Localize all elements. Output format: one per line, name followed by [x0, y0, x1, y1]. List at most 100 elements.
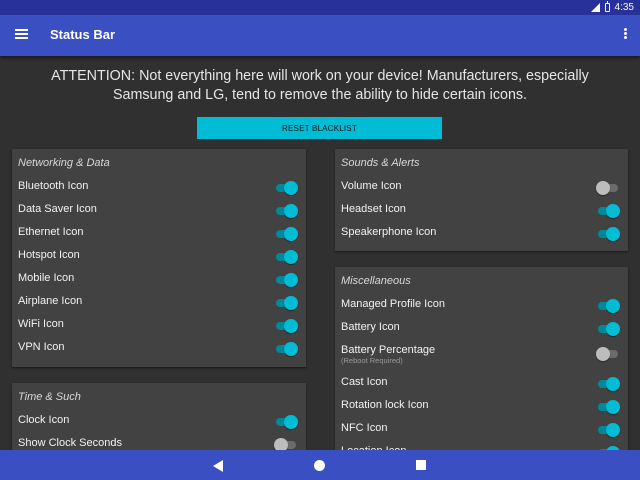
setting-sublabel: (Reboot Required) — [341, 356, 403, 365]
setting-label: Headset Icon — [341, 203, 406, 215]
toggle-thumb — [596, 181, 610, 195]
toggle-thumb — [284, 227, 298, 241]
navigation-bar — [0, 450, 640, 480]
toggle-switch[interactable] — [596, 423, 620, 437]
card-title: Miscellaneous — [341, 275, 411, 287]
toggle-thumb — [606, 299, 620, 313]
setting-label: WiFi Icon — [18, 318, 64, 330]
card-sounds: Sounds & Alerts Volume Icon Headset Icon S… — [335, 149, 628, 251]
toggle-thumb — [284, 250, 298, 264]
back-icon[interactable] — [213, 459, 223, 472]
setting-row[interactable]: NFC Icon — [335, 417, 628, 440]
toggle-thumb — [284, 273, 298, 287]
setting-row[interactable]: Volume Icon — [335, 175, 628, 198]
toggle-switch[interactable] — [596, 299, 620, 313]
setting-label: NFC Icon — [341, 422, 388, 434]
setting-row[interactable]: Data Saver Icon — [12, 198, 306, 221]
toggle-thumb — [606, 400, 620, 414]
setting-label: Mobile Icon — [18, 272, 75, 284]
toggle-thumb — [606, 227, 620, 241]
toggle-switch[interactable] — [274, 438, 298, 450]
battery-icon — [604, 1, 610, 12]
setting-row[interactable]: Headset Icon — [335, 198, 628, 221]
setting-label: Ethernet Icon — [18, 226, 84, 238]
toggle-switch[interactable] — [596, 204, 620, 218]
setting-row[interactable]: Rotation lock Icon — [335, 394, 628, 417]
toggle-switch[interactable] — [596, 322, 620, 336]
toggle-switch[interactable] — [274, 181, 298, 195]
toggle-thumb — [284, 342, 298, 356]
card-title: Sounds & Alerts — [341, 157, 420, 169]
toggle-switch[interactable] — [274, 204, 298, 218]
toggle-thumb — [274, 438, 288, 450]
toggle-thumb — [606, 423, 620, 437]
setting-label: Clock Icon — [18, 414, 70, 426]
toggle-thumb — [606, 377, 620, 391]
main-content: ATTENTION: Not everything here will work… — [0, 56, 640, 450]
card-networking: Networking & Data Bluetooth Icon Data Sav… — [12, 149, 306, 367]
toggle-thumb — [284, 204, 298, 218]
toggle-switch[interactable] — [274, 342, 298, 356]
card-misc: Miscellaneous Managed Profile Icon Batter… — [335, 267, 628, 450]
status-icons: 4:35 — [590, 1, 634, 14]
setting-label: Data Saver Icon — [18, 203, 97, 215]
setting-row[interactable]: Ethernet Icon — [12, 221, 306, 244]
app-title: Status Bar — [50, 27, 116, 42]
toggle-switch[interactable] — [596, 347, 620, 361]
setting-row[interactable]: VPN Icon — [12, 336, 306, 359]
setting-row[interactable]: Battery Percentage (Reboot Required) — [335, 339, 628, 371]
app-bar: Status Bar — [0, 15, 640, 56]
setting-row[interactable]: Clock Icon — [12, 409, 306, 432]
menu-icon[interactable] — [12, 27, 32, 44]
toggle-switch[interactable] — [274, 250, 298, 264]
toggle-switch[interactable] — [274, 319, 298, 333]
toggle-switch[interactable] — [274, 296, 298, 310]
setting-label: Hotspot Icon — [18, 249, 80, 261]
recents-icon[interactable] — [416, 460, 426, 470]
setting-row[interactable]: Speakerphone Icon — [335, 221, 628, 244]
setting-row[interactable]: Battery Icon — [335, 316, 628, 339]
toggle-switch[interactable] — [596, 377, 620, 391]
home-icon[interactable] — [314, 460, 325, 471]
toggle-switch[interactable] — [596, 181, 620, 195]
toggle-thumb — [606, 322, 620, 336]
setting-row[interactable]: Cast Icon — [335, 371, 628, 394]
toggle-switch[interactable] — [274, 415, 298, 429]
setting-label: Bluetooth Icon — [18, 180, 89, 192]
attention-text: ATTENTION: Not everything here will work… — [51, 68, 589, 103]
setting-row[interactable]: Airplane Icon — [12, 290, 306, 313]
setting-label: Managed Profile Icon — [341, 298, 445, 310]
card-time: Time & Such Clock Icon Show Clock Seconds — [12, 383, 306, 450]
toggle-thumb — [596, 347, 610, 361]
toggle-thumb — [284, 319, 298, 333]
setting-row[interactable]: Bluetooth Icon — [12, 175, 306, 198]
toggle-switch[interactable] — [274, 227, 298, 241]
setting-row[interactable]: Managed Profile Icon — [335, 293, 628, 316]
status-time: 4:35 — [614, 2, 634, 13]
setting-row[interactable]: Show Clock Seconds — [12, 432, 306, 450]
overflow-icon[interactable] — [622, 27, 628, 44]
toggle-switch[interactable] — [274, 273, 298, 287]
setting-row[interactable]: Mobile Icon — [12, 267, 306, 290]
toggle-switch[interactable] — [596, 400, 620, 414]
toggle-thumb — [284, 296, 298, 310]
setting-label: Airplane Icon — [18, 295, 83, 307]
setting-label: Volume Icon — [341, 180, 402, 192]
setting-row[interactable]: Location Icon — [335, 440, 628, 450]
setting-label: Speakerphone Icon — [341, 226, 437, 238]
setting-row[interactable]: Hotspot Icon — [12, 244, 306, 267]
card-title: Networking & Data — [18, 157, 110, 169]
system-status-bar: 4:35 — [0, 0, 640, 15]
setting-label: Rotation lock Icon — [341, 399, 429, 411]
setting-label: Cast Icon — [341, 376, 388, 388]
setting-label: Battery Percentage — [341, 344, 436, 356]
toggle-switch[interactable] — [596, 227, 620, 241]
toggle-thumb — [606, 204, 620, 218]
reset-blacklist-button[interactable]: RESET BLACKLIST — [197, 117, 442, 139]
setting-label: Battery Icon — [341, 321, 400, 333]
toggle-thumb — [284, 181, 298, 195]
toggle-thumb — [284, 415, 298, 429]
signal-icon — [590, 3, 600, 12]
setting-row[interactable]: WiFi Icon — [12, 313, 306, 336]
setting-label: VPN Icon — [18, 341, 65, 353]
